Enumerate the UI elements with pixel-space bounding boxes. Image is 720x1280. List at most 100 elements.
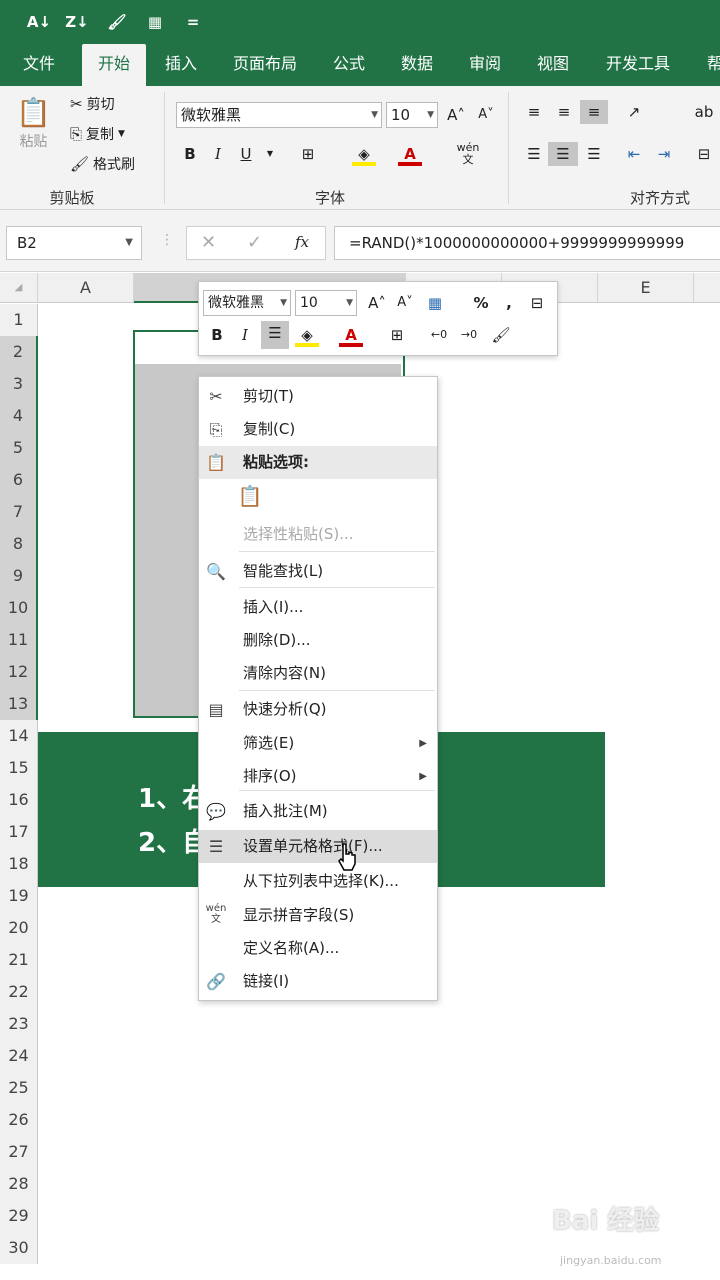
format-painter-button[interactable]: 🖌 格式刷 bbox=[70, 154, 135, 174]
grow-font-icon[interactable]: A˄ bbox=[444, 103, 468, 127]
merge-icon[interactable]: ⊟ bbox=[692, 142, 716, 166]
menu-item-clear-contents[interactable]: 清除内容(N) bbox=[199, 657, 437, 690]
customize-icon[interactable]: = bbox=[180, 9, 206, 35]
row-header[interactable]: 3 bbox=[0, 368, 38, 400]
menu-item-filter[interactable]: 筛选(E) ▶ bbox=[199, 727, 437, 760]
mini-fill-color-icon[interactable]: ◈ bbox=[295, 323, 319, 347]
menu-item-link[interactable]: 🔗 链接(I) bbox=[199, 965, 437, 998]
mini-size-select[interactable]: 10 ▼ bbox=[295, 290, 357, 316]
shrink-font-icon[interactable]: A˅ bbox=[474, 103, 498, 127]
menu-item-delete[interactable]: 删除(D)... bbox=[199, 624, 437, 657]
comma-button[interactable]: , bbox=[497, 291, 521, 315]
paste-button[interactable]: 📋 粘贴 bbox=[16, 96, 51, 151]
row-header[interactable]: 1 bbox=[0, 304, 38, 336]
align-top-icon[interactable]: ≡ bbox=[522, 100, 546, 124]
row-header[interactable]: 25 bbox=[0, 1072, 38, 1104]
tab-insert[interactable]: 插入 bbox=[152, 44, 210, 86]
menu-item-paste-special[interactable]: 选择性粘贴(S)... bbox=[199, 518, 437, 551]
wrap-text-icon[interactable]: ab bbox=[692, 100, 716, 124]
shrink-font-icon[interactable]: A˅ bbox=[393, 291, 417, 315]
increase-indent-icon[interactable]: ⇥ bbox=[652, 142, 676, 166]
row-header[interactable]: 6 bbox=[0, 464, 38, 496]
format-table-icon[interactable]: ⊟ bbox=[525, 291, 549, 315]
mini-bold-button[interactable]: B bbox=[205, 323, 229, 347]
row-header[interactable]: 8 bbox=[0, 528, 38, 560]
align-bottom-icon[interactable]: ≡ bbox=[580, 100, 608, 124]
menu-item-smart-lookup[interactable]: 🔍 智能查找(L) bbox=[199, 555, 437, 588]
row-header[interactable]: 18 bbox=[0, 848, 38, 880]
phonetic-icon[interactable]: wén 文 bbox=[456, 142, 480, 166]
tab-developer[interactable]: 开发工具 bbox=[594, 44, 682, 86]
row-header[interactable]: 17 bbox=[0, 816, 38, 848]
row-header[interactable]: 27 bbox=[0, 1136, 38, 1168]
tab-review[interactable]: 审阅 bbox=[456, 44, 514, 86]
row-header[interactable]: 9 bbox=[0, 560, 38, 592]
row-header[interactable]: 16 bbox=[0, 784, 38, 816]
menu-item-insert[interactable]: 插入(I)... bbox=[199, 591, 437, 624]
cancel-icon[interactable]: ✕ bbox=[201, 232, 216, 253]
row-header[interactable]: 19 bbox=[0, 880, 38, 912]
menu-item-format-cells[interactable]: ☰ 设置单元格格式(F)... bbox=[199, 830, 437, 863]
tab-help[interactable]: 帮 bbox=[700, 44, 720, 86]
select-all-icon[interactable]: ◢ bbox=[0, 273, 38, 303]
row-header[interactable]: 5 bbox=[0, 432, 38, 464]
fill-color-icon[interactable]: ◈ bbox=[352, 142, 376, 166]
row-header[interactable]: 23 bbox=[0, 1008, 38, 1040]
increase-decimal-icon[interactable]: →0 bbox=[457, 323, 481, 347]
row-header[interactable]: 24 bbox=[0, 1040, 38, 1072]
italic-button[interactable]: I bbox=[206, 142, 230, 166]
percent-button[interactable]: % bbox=[469, 291, 493, 315]
mini-brush-icon[interactable]: 🖌 bbox=[489, 323, 513, 347]
tab-formulas[interactable]: 公式 bbox=[320, 44, 378, 86]
row-header[interactable]: 28 bbox=[0, 1168, 38, 1200]
row-header[interactable]: 2 bbox=[0, 336, 38, 368]
menu-item-paste-icon[interactable]: 📋 bbox=[199, 479, 437, 515]
orientation-icon[interactable]: ↗ bbox=[622, 100, 646, 124]
menu-item-cut[interactable]: ✂ 剪切(T) bbox=[199, 380, 437, 413]
menu-item-quick-analysis[interactable]: ▤ 快速分析(Q) bbox=[199, 693, 437, 726]
copy-button[interactable]: ⎘ 复制 ▼ bbox=[70, 124, 125, 144]
font-color-icon[interactable]: A bbox=[398, 142, 422, 166]
tab-data[interactable]: 数据 bbox=[388, 44, 446, 86]
row-header[interactable]: 11 bbox=[0, 624, 38, 656]
row-header[interactable]: 29 bbox=[0, 1200, 38, 1232]
row-header[interactable]: 20 bbox=[0, 912, 38, 944]
chevron-down-icon[interactable]: ▼ bbox=[258, 142, 282, 166]
mini-align-center-icon[interactable]: ☰ bbox=[261, 321, 289, 349]
row-header[interactable]: 26 bbox=[0, 1104, 38, 1136]
underline-button[interactable]: U bbox=[234, 142, 258, 166]
mini-italic-button[interactable]: I bbox=[233, 323, 257, 347]
insert-function-icon[interactable]: fx bbox=[295, 233, 309, 251]
decrease-indent-icon[interactable]: ⇤ bbox=[622, 142, 646, 166]
menu-item-sort[interactable]: 排序(O) ▶ bbox=[199, 760, 437, 793]
row-header[interactable]: 10 bbox=[0, 592, 38, 624]
row-header[interactable]: 30 bbox=[0, 1232, 38, 1264]
tab-page-layout[interactable]: 页面布局 bbox=[222, 44, 308, 86]
enter-icon[interactable]: ✓ bbox=[247, 232, 262, 253]
mini-font-select[interactable]: 微软雅黑 ▼ bbox=[203, 290, 291, 316]
cut-button[interactable]: ✂ 剪切 bbox=[70, 94, 115, 114]
column-header-a[interactable]: A bbox=[38, 273, 134, 303]
sort-asc-icon[interactable]: A↓ bbox=[26, 9, 52, 35]
row-header[interactable]: 21 bbox=[0, 944, 38, 976]
sort-desc-icon[interactable]: Z↓ bbox=[64, 9, 90, 35]
menu-item-define-name[interactable]: 定义名称(A)... bbox=[199, 932, 437, 965]
tab-file[interactable]: 文件 bbox=[10, 44, 68, 86]
decrease-decimal-icon[interactable]: ←0 bbox=[427, 323, 451, 347]
menu-item-pick-from-list[interactable]: 从下拉列表中选择(K)... bbox=[199, 865, 437, 898]
row-header[interactable]: 12 bbox=[0, 656, 38, 688]
formula-input[interactable]: =RAND()*1000000000000+9999999999999 bbox=[334, 226, 720, 260]
align-center-icon[interactable]: ☰ bbox=[548, 142, 578, 166]
font-size-select[interactable]: 10 ▼ bbox=[386, 102, 438, 128]
row-header[interactable]: 22 bbox=[0, 976, 38, 1008]
align-left-icon[interactable]: ☰ bbox=[522, 142, 546, 166]
border-icon[interactable]: ⊞ bbox=[296, 142, 320, 166]
mini-border-icon[interactable]: ⊞ bbox=[385, 323, 409, 347]
row-header[interactable]: 7 bbox=[0, 496, 38, 528]
name-box[interactable]: B2 ▼ bbox=[6, 226, 142, 260]
tab-view[interactable]: 视图 bbox=[524, 44, 582, 86]
row-header[interactable]: 14 bbox=[0, 720, 38, 752]
column-header-e[interactable]: E bbox=[598, 273, 694, 303]
row-header[interactable]: 4 bbox=[0, 400, 38, 432]
font-name-select[interactable]: 微软雅黑 ▼ bbox=[176, 102, 382, 128]
